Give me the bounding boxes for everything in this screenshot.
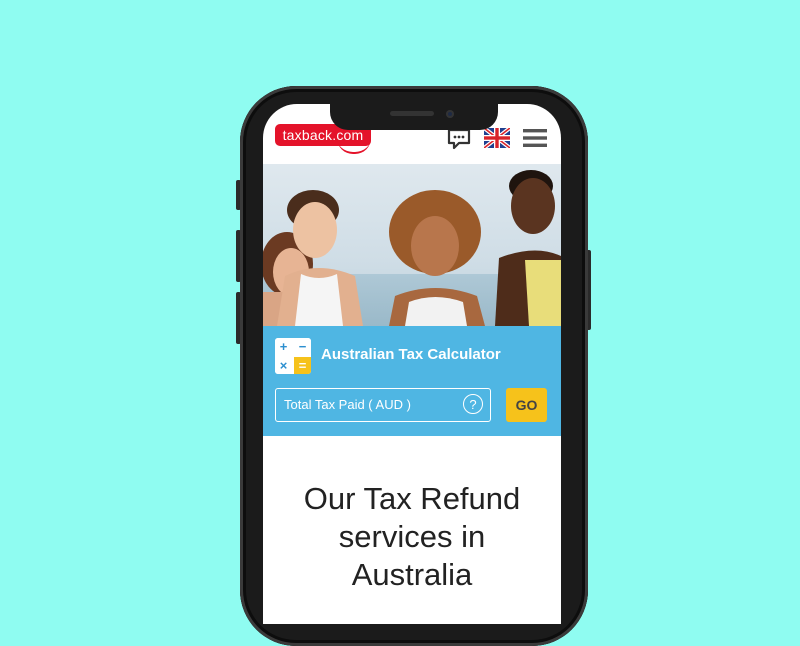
heading-line-2: services in: [338, 519, 486, 554]
hero-image: [263, 164, 561, 326]
calc-plus: +: [275, 338, 292, 355]
phone-camera: [446, 110, 454, 118]
hero-people-illustration: [263, 170, 561, 326]
calculator-title: Australian Tax Calculator: [321, 346, 501, 363]
heading-line-3: Australia: [351, 557, 473, 592]
calc-times: ×: [275, 357, 292, 374]
calculator-icon: + − × =: [275, 338, 311, 374]
chat-icon[interactable]: [447, 128, 471, 150]
calc-equals: =: [294, 357, 311, 374]
phone-notch: [330, 102, 498, 130]
help-icon[interactable]: ?: [463, 394, 483, 414]
heading-line-1: Our Tax Refund: [303, 481, 521, 516]
tax-calculator-panel: + − × = Australian Tax Calculator Total …: [263, 326, 561, 436]
logo-swoosh: [337, 138, 371, 154]
total-tax-paid-input[interactable]: Total Tax Paid ( AUD ): [275, 388, 491, 422]
calc-minus: −: [294, 338, 311, 355]
uk-flag-icon[interactable]: [484, 128, 510, 148]
hamburger-menu-icon[interactable]: [522, 128, 548, 148]
phone-screen: taxback.com + − × = Australian Tax Calcu…: [263, 104, 561, 624]
page-heading: Our Tax Refund services in Australia: [263, 480, 561, 594]
phone-speaker: [390, 111, 434, 116]
go-button[interactable]: GO: [506, 388, 547, 422]
